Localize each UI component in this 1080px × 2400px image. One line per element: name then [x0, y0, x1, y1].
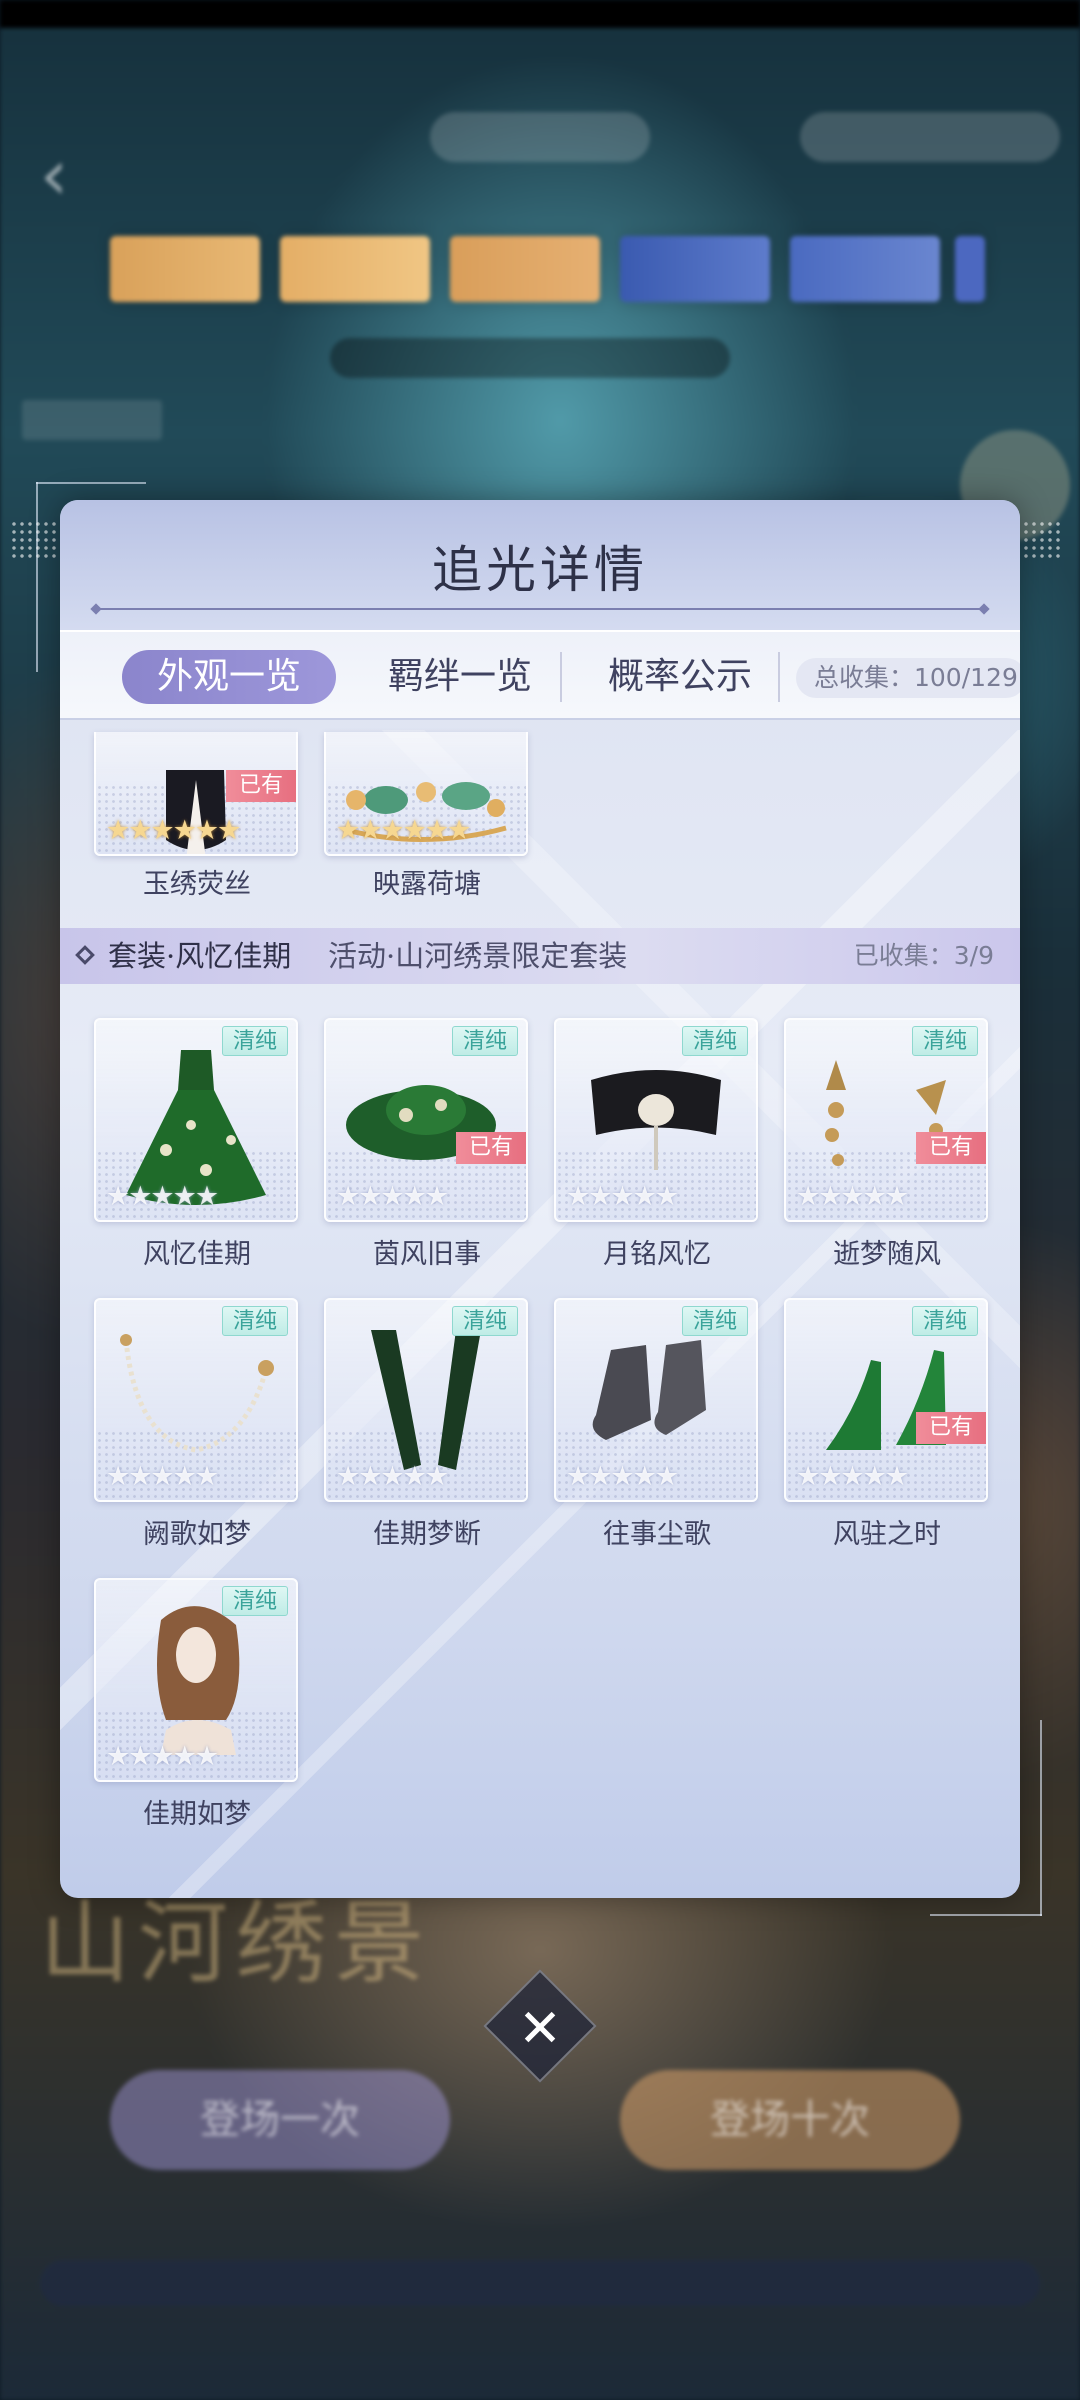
owned-badge: 已有 [916, 1132, 986, 1164]
star-rating: ★★★★★ [336, 1181, 449, 1212]
item-name: 佳期梦断 [373, 1519, 481, 1550]
item-name: 映露荷塘 [373, 869, 481, 900]
banner-tab[interactable] [790, 236, 940, 302]
style-tag: 清纯 [682, 1306, 748, 1336]
frame-line [36, 482, 146, 484]
style-tag: 清纯 [452, 1306, 518, 1336]
banner-tab[interactable] [450, 236, 600, 302]
item-card[interactable]: 清纯 ★★★★★ [94, 1578, 298, 1782]
item-name: 风忆佳期 [143, 1239, 251, 1270]
star-rating: ★★★★★ [796, 1461, 909, 1492]
owned-badge: 已有 [916, 1412, 986, 1444]
style-tag: 清纯 [222, 1306, 288, 1336]
owned-badge: 已有 [456, 1132, 526, 1164]
tab-separator [778, 652, 780, 702]
style-tag: 清纯 [222, 1586, 288, 1616]
currency-display [430, 112, 650, 162]
total-collected-badge: 总收集：100/129 [796, 658, 1020, 698]
star-rating: ★★★★★★ [336, 815, 471, 846]
frame-line [36, 482, 38, 672]
side-label [22, 400, 162, 440]
star-rating: ★★★★★★ [106, 815, 241, 846]
item-card[interactable]: 清纯 ★★★★★ [324, 1298, 528, 1502]
item-card[interactable]: ★★★★★★ [324, 732, 528, 856]
item-name: 逝梦随风 [833, 1239, 941, 1270]
close-icon: ✕ [518, 1998, 562, 2059]
item-card[interactable]: 已有 ★★★★★★ [94, 732, 298, 856]
set-subtitle: 活动·山河绣景限定套装 [328, 939, 628, 973]
item-card[interactable]: 清纯 已有 ★★★★★ [784, 1018, 988, 1222]
draw-ten-button[interactable]: 登场十次 [620, 2070, 960, 2170]
set-collected-count: 已收集：3/9 [853, 941, 994, 970]
diamond-icon [75, 945, 95, 965]
style-tag: 清纯 [682, 1026, 748, 1056]
style-tag: 清纯 [452, 1026, 518, 1056]
diamond-display [800, 112, 1060, 162]
star-rating: ★★★★★ [106, 1181, 219, 1212]
back-arrow-icon[interactable]: ‹ [40, 140, 110, 210]
tab-bonds[interactable]: 羁绊一览 [360, 650, 560, 704]
banner-tab[interactable] [280, 236, 430, 302]
star-rating: ★★★★★ [336, 1461, 449, 1492]
banner-tab[interactable] [955, 236, 985, 302]
item-name: 茵风旧事 [373, 1239, 481, 1270]
draw-once-button[interactable]: 登场一次 [110, 2070, 450, 2170]
style-tag: 清纯 [912, 1026, 978, 1056]
item-name: 佳期如梦 [143, 1799, 251, 1830]
bottom-info-bar [40, 2260, 1040, 2306]
title-divider [96, 608, 984, 610]
star-rating: ★★★★★ [566, 1181, 679, 1212]
status-bar [0, 0, 1080, 28]
tab-probability[interactable]: 概率公示 [580, 650, 780, 704]
star-rating: ★★★★★ [106, 1461, 219, 1492]
event-ribbon [330, 338, 730, 378]
tab-appearance[interactable]: 外观一览 [122, 650, 336, 704]
star-rating: ★★★★★ [796, 1181, 909, 1212]
detail-modal: 追光详情 外观一览 羁绊一览 概率公示 总收集：100/129 已有 ★★★★★… [60, 500, 1020, 1898]
tab-separator [560, 652, 562, 702]
item-card[interactable]: 清纯 ★★★★★ [94, 1018, 298, 1222]
item-card[interactable]: 清纯 ★★★★★ [554, 1298, 758, 1502]
star-rating: ★★★★★ [106, 1741, 219, 1772]
frame-line [1040, 1720, 1042, 1916]
item-card[interactable]: 清纯 已有 ★★★★★ [324, 1018, 528, 1222]
modal-title: 追光详情 [432, 541, 648, 599]
item-card[interactable]: 清纯 已有 ★★★★★ [784, 1298, 988, 1502]
item-name: 风驻之时 [833, 1519, 941, 1550]
set-title: 套装·风忆佳期 [108, 939, 292, 973]
item-card[interactable]: 清纯 ★★★★★ [94, 1298, 298, 1502]
banner-tab[interactable] [110, 236, 260, 302]
style-tag: 清纯 [222, 1026, 288, 1056]
item-name: 往事尘歌 [603, 1519, 711, 1550]
style-tag: 清纯 [912, 1306, 978, 1336]
owned-badge: 已有 [226, 770, 296, 802]
item-name: 月铭风忆 [603, 1239, 711, 1270]
star-rating: ★★★★★ [566, 1461, 679, 1492]
modal-header: 追光详情 [60, 500, 1020, 630]
item-name: 阙歌如梦 [143, 1519, 251, 1550]
item-name: 玉绣荧丝 [143, 869, 251, 900]
banner-tab[interactable] [620, 236, 770, 302]
tab-bar: 外观一览 羁绊一览 概率公示 总收集：100/129 [60, 630, 1020, 720]
frame-line [930, 1914, 1042, 1916]
set-section-header: 套装·风忆佳期 活动·山河绣景限定套装 已收集：3/9 [60, 928, 1020, 984]
item-card[interactable]: 清纯 ★★★★★ [554, 1018, 758, 1222]
